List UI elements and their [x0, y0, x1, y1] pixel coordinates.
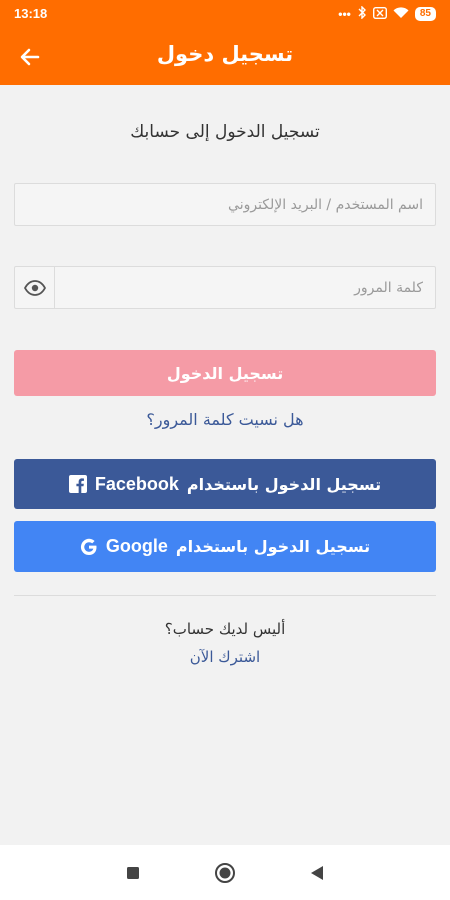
- login-button[interactable]: تسجيل الدخول: [14, 350, 436, 396]
- divider: [14, 595, 436, 596]
- dots-icon: •••: [338, 7, 351, 21]
- home-icon[interactable]: [214, 862, 236, 884]
- system-nav-bar: [0, 845, 450, 900]
- facebook-brand-label: Facebook: [94, 473, 179, 494]
- status-bar: 13:18 ••• 85: [0, 0, 450, 29]
- facebook-login-button[interactable]: تسجيل الدخول باستخدام Facebook: [14, 459, 436, 509]
- recents-icon[interactable]: [122, 862, 144, 884]
- google-button-label: تسجيل الدخول باستخدام: [175, 537, 371, 556]
- google-login-button[interactable]: تسجيل الدخول باستخدام Google: [14, 521, 436, 572]
- login-subtitle: تسجيل الدخول إلى حسابك: [130, 122, 320, 142]
- no-account-text: أليس لديك حساب؟: [164, 620, 286, 638]
- password-input[interactable]: [53, 267, 435, 308]
- eye-icon[interactable]: [15, 267, 55, 308]
- nav-back-icon[interactable]: [306, 862, 328, 884]
- no-sim-icon: [372, 6, 387, 22]
- battery-icon: 85: [414, 7, 436, 21]
- forgot-password-link[interactable]: هل نسيت كلمة المرور؟: [0, 410, 450, 429]
- login-button-label: تسجيل الدخول: [166, 363, 284, 383]
- app-bar: تسجيل دخول: [0, 29, 450, 85]
- username-input[interactable]: [15, 184, 435, 225]
- google-icon: [80, 538, 98, 556]
- google-brand-label: Google: [105, 536, 168, 556]
- page-title: تسجيل دخول: [156, 42, 294, 66]
- username-field: [14, 183, 436, 226]
- status-time: 13:18: [14, 6, 48, 21]
- status-icons: ••• 85: [338, 5, 436, 22]
- signup-link[interactable]: اشترك الآن: [0, 648, 450, 666]
- password-field: [14, 266, 436, 309]
- bluetooth-icon: [357, 5, 367, 22]
- wifi-icon: [393, 6, 409, 22]
- facebook-button-label: تسجيل الدخول باستخدام: [186, 474, 382, 494]
- facebook-icon: [68, 475, 87, 493]
